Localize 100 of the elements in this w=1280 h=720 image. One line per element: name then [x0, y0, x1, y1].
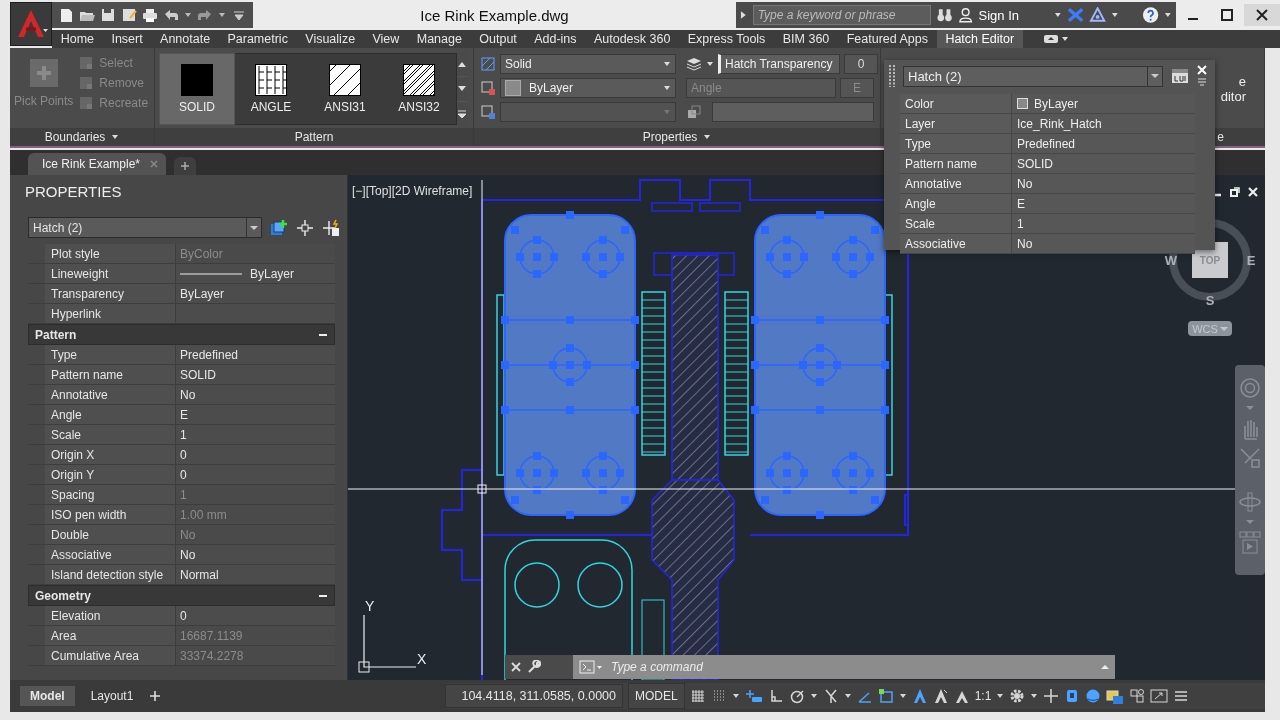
ribbon-tab[interactable]: Add-ins: [525, 30, 586, 48]
redo-icon[interactable]: [197, 7, 213, 23]
hardware-icon[interactable]: [1106, 688, 1125, 704]
annotation-scale-button[interactable]: 1:1: [974, 689, 992, 703]
property-row[interactable]: Pattern name SOLID: [28, 365, 335, 385]
settings-icon[interactable]: [1009, 688, 1026, 704]
scroll-up-icon[interactable]: [458, 61, 466, 67]
compass-letter[interactable]: S: [1205, 293, 1215, 308]
compass-letter[interactable]: E: [1246, 253, 1256, 268]
command-line-field[interactable]: Type a command: [607, 655, 1095, 679]
isodraft-icon[interactable]: [822, 688, 839, 704]
ribbon-tab[interactable]: Parametric: [218, 30, 297, 48]
panel-title-button[interactable]: Boundaries: [10, 128, 154, 146]
object-snap-icon[interactable]: [877, 688, 894, 704]
transparency-field[interactable]: Hatch Transparency: [718, 54, 840, 74]
plus-icon[interactable]: [1043, 688, 1060, 704]
property-row[interactable]: Scale 1: [28, 425, 335, 445]
coordinates-display[interactable]: 104.4118, 311.0585, 0.0000: [445, 684, 623, 708]
maximize-icon[interactable]: [1221, 9, 1233, 21]
section-header-bar[interactable]: Pattern: [28, 324, 335, 345]
property-row[interactable]: Associative No: [900, 234, 1195, 254]
property-row[interactable]: Annotative No: [28, 385, 335, 405]
ribbon-tab[interactable]: Hatch Editor: [936, 30, 1023, 48]
file-tab[interactable]: Ice Rink Example*: [28, 153, 167, 175]
polar-icon[interactable]: [788, 688, 805, 704]
new-file-icon[interactable]: [58, 7, 74, 23]
section-header-bar[interactable]: Geometry: [28, 585, 335, 606]
save-icon[interactable]: [100, 7, 116, 23]
sign-in-link[interactable]: Sign In: [978, 7, 1019, 23]
property-row[interactable]: Type Predefined: [28, 345, 335, 365]
property-row[interactable]: Color ByLayer: [900, 94, 1195, 114]
property-row[interactable]: Hyperlink: [28, 304, 335, 324]
restore-icon[interactable]: [1230, 187, 1240, 197]
pattern-swatch-button[interactable]: ANGLE: [234, 54, 308, 124]
fullscreen-icon[interactable]: [1150, 688, 1169, 704]
ribbon-tab[interactable]: Home: [52, 30, 103, 48]
annotation-visibility-icon[interactable]: [932, 688, 949, 704]
hatch-type-dropdown[interactable]: Solid: [500, 54, 676, 74]
quick-select-icon[interactable]: [270, 218, 288, 237]
pattern-swatch-button[interactable]: ANSI31: [308, 54, 382, 124]
minimize-ribbon-icon[interactable]: [1042, 33, 1059, 45]
scroll-down-icon[interactable]: [458, 86, 466, 92]
property-row[interactable]: Transparency ByLayer: [28, 284, 335, 304]
property-row[interactable]: Island detection style Normal: [28, 565, 335, 585]
infer-icon[interactable]: [744, 688, 763, 704]
ribbon-tab[interactable]: Annotate: [151, 30, 219, 48]
wrench-icon[interactable]: [527, 660, 541, 674]
panel-title-button[interactable]: Properties: [474, 128, 880, 146]
isolate-icon[interactable]: [1085, 688, 1102, 704]
property-row[interactable]: Pattern name SOLID: [900, 154, 1195, 174]
compass-letter[interactable]: W: [1164, 253, 1178, 268]
layers-icon[interactable]: [686, 56, 702, 72]
save-as-icon[interactable]: [121, 7, 137, 23]
selection-dropdown[interactable]: Hatch (2): [28, 217, 262, 238]
customize-icon[interactable]: [1173, 688, 1190, 704]
background-color-icon[interactable]: [480, 104, 496, 120]
hatch-color-dropdown[interactable]: ByLayer: [500, 78, 676, 98]
print-icon[interactable]: [142, 7, 158, 23]
pickadd-icon[interactable]: [322, 218, 340, 237]
property-row[interactable]: Angle E: [28, 405, 335, 425]
property-row[interactable]: Origin Y 0: [28, 465, 335, 485]
property-row[interactable]: Associative No: [28, 545, 335, 565]
ribbon-tab[interactable]: Featured Apps: [838, 30, 937, 48]
ribbon-tab[interactable]: Autodesk 360: [585, 30, 680, 48]
hatch-type-icon[interactable]: [480, 56, 496, 72]
property-row[interactable]: Annotative No: [900, 174, 1195, 194]
property-row[interactable]: Angle E: [900, 194, 1195, 214]
transparency-value[interactable]: 0: [844, 54, 878, 74]
command-prompt-icon[interactable]: [579, 660, 603, 674]
hatch-scale-field[interactable]: [712, 102, 874, 122]
layout-tab[interactable]: Model: [20, 686, 75, 706]
ribbon-tab[interactable]: View: [363, 30, 409, 48]
grip-handle-icon[interactable]: [889, 64, 895, 88]
isolate-objects-icon[interactable]: [1129, 688, 1146, 704]
add-layout-icon[interactable]: [149, 690, 162, 702]
property-row[interactable]: Lineweight ByLayer: [28, 264, 335, 284]
user-icon[interactable]: [958, 7, 974, 23]
undo-icon[interactable]: [163, 7, 179, 23]
ribbon-tab[interactable]: Insert: [102, 30, 152, 48]
customize-ui-icon[interactable]: [1171, 68, 1189, 84]
search-field[interactable]: Type a keyword or phrase: [752, 5, 931, 25]
ribbon-tab[interactable]: BIM 360: [774, 30, 838, 48]
select-objects-icon[interactable]: [296, 218, 314, 237]
expand-gallery-icon[interactable]: [458, 110, 466, 118]
help-icon[interactable]: [1142, 6, 1160, 24]
property-row[interactable]: Scale 1: [900, 214, 1195, 234]
recent-commands-icon[interactable]: [1101, 664, 1109, 670]
triangle-icon[interactable]: [1088, 7, 1107, 23]
ribbon-tab[interactable]: Output: [470, 30, 526, 48]
selection-dropdown[interactable]: Hatch (2): [903, 65, 1163, 87]
close-icon[interactable]: [1256, 9, 1268, 21]
hatch-color-icon[interactable]: [480, 80, 496, 96]
property-row[interactable]: Layer Ice_Rink_Hatch: [900, 114, 1195, 134]
scale-icon[interactable]: [686, 104, 702, 120]
binoculars-icon[interactable]: [936, 7, 954, 23]
model-space-button[interactable]: MODEL: [628, 683, 685, 709]
property-row[interactable]: Elevation 0: [28, 606, 335, 626]
annotation-icon[interactable]: [911, 688, 928, 704]
new-tab-icon[interactable]: [181, 162, 190, 170]
property-row[interactable]: Type Predefined: [900, 134, 1195, 154]
